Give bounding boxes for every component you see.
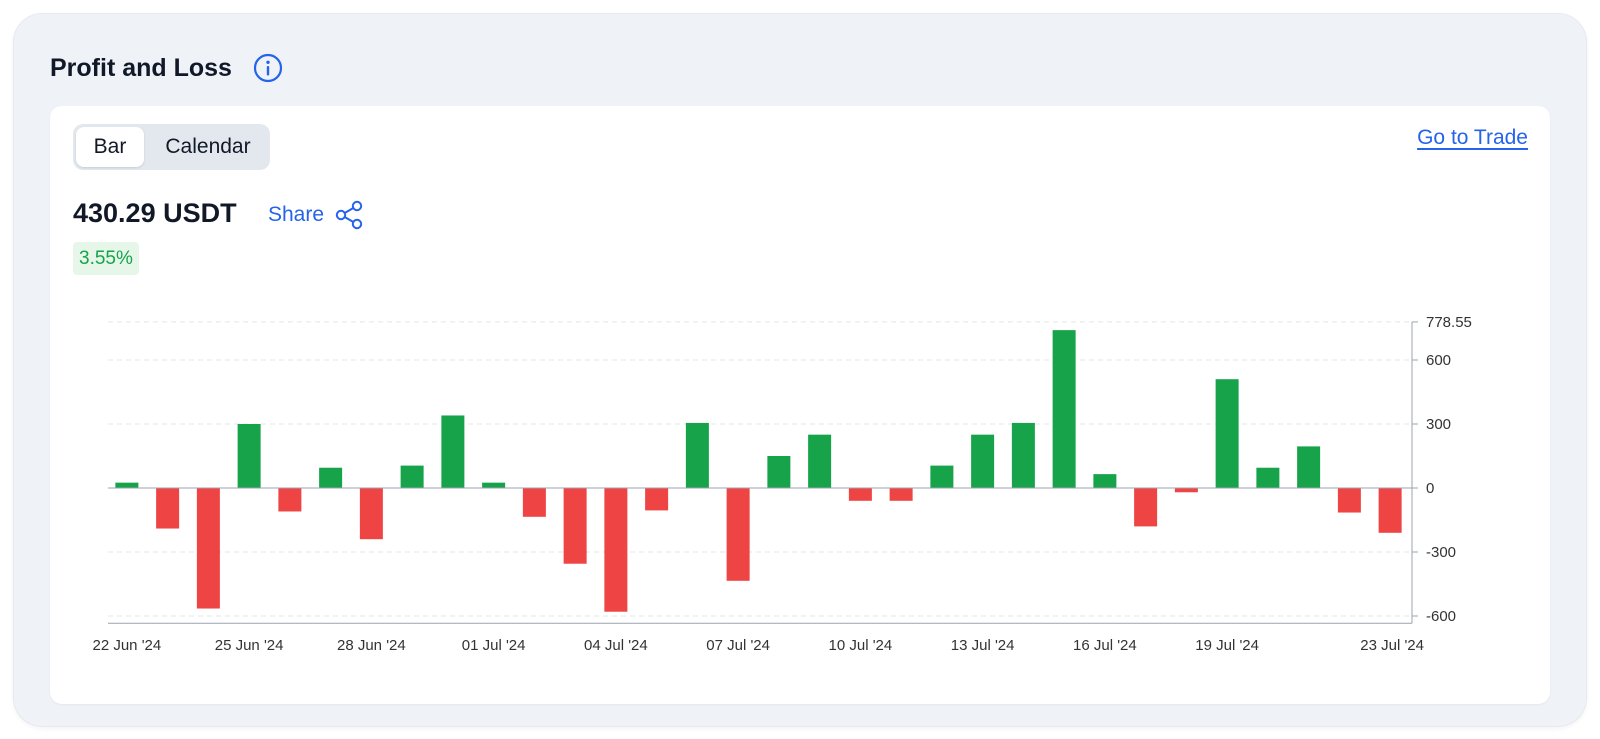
pnl-bar (1011, 422, 1035, 488)
pnl-bar (1215, 379, 1239, 488)
pnl-bar (1378, 488, 1402, 533)
y-tick-label: 778.55 (1426, 314, 1472, 331)
pnl-bar (1093, 474, 1117, 488)
x-tick-label: 10 Jul '24 (829, 637, 893, 654)
pnl-bar (156, 488, 180, 529)
pnl-bar (522, 488, 546, 517)
pnl-bar (1134, 488, 1158, 527)
pnl-bar (1256, 467, 1280, 488)
y-tick-label: -600 (1426, 608, 1456, 625)
pnl-bar (1337, 488, 1361, 513)
pnl-bar (319, 467, 343, 488)
y-tick-label: 600 (1426, 352, 1451, 369)
chart-card: Bar Calendar Go to Trade 430.29 USDT Sha… (50, 106, 1550, 704)
pnl-bar (1052, 330, 1076, 488)
x-tick-label: 28 Jun '24 (337, 637, 406, 654)
x-tick-label: 22 Jun '24 (92, 637, 161, 654)
x-tick-label: 13 Jul '24 (951, 637, 1015, 654)
y-tick-label: 0 (1426, 480, 1434, 497)
pnl-bar (889, 488, 913, 501)
info-icon[interactable] (253, 53, 283, 83)
x-tick-label: 25 Jun '24 (215, 637, 284, 654)
pnl-bar (1174, 488, 1198, 493)
pnl-bar (685, 422, 709, 488)
pnl-bar (278, 488, 302, 512)
x-tick-label: 19 Jul '24 (1195, 637, 1259, 654)
pnl-bar (604, 488, 628, 612)
pnl-bar (645, 488, 669, 511)
pnl-bar (1297, 446, 1321, 488)
pnl-bar (767, 456, 791, 488)
panel-title: Profit and Loss (50, 54, 232, 82)
pnl-bar (237, 424, 261, 488)
pnl-panel: Profit and Loss Bar Calendar Go to Trade… (14, 14, 1586, 726)
x-tick-label: 23 Jul '24 (1360, 637, 1424, 654)
pnl-bar (971, 434, 995, 488)
pnl-bar (726, 488, 750, 581)
x-tick-label: 01 Jul '24 (462, 637, 526, 654)
x-tick-label: 04 Jul '24 (584, 637, 648, 654)
pnl-bar (930, 465, 954, 488)
pnl-bar (441, 415, 465, 488)
x-tick-label: 07 Jul '24 (706, 637, 770, 654)
x-tick-label: 16 Jul '24 (1073, 637, 1137, 654)
pnl-bar (115, 482, 139, 488)
pnl-bar-chart: 778.55 600 300 0 -300 -600 22 Jun '24 25 Jun '2… (92, 314, 1472, 654)
pnl-bar (563, 488, 587, 564)
pnl-bar (808, 434, 832, 488)
pnl-bar (482, 482, 506, 488)
y-tick-label: -300 (1426, 544, 1456, 561)
pnl-bar (359, 488, 383, 540)
pnl-bar (196, 488, 220, 609)
y-tick-label: 300 (1426, 416, 1451, 433)
pnl-bar (400, 465, 424, 488)
pnl-bar (848, 488, 872, 501)
